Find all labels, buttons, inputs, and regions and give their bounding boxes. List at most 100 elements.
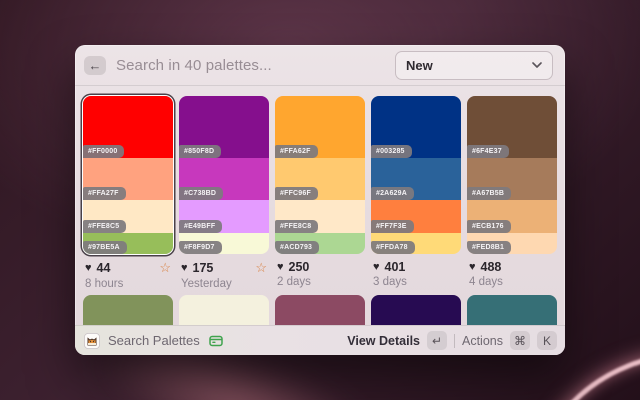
palette-age: 8 hours (85, 278, 171, 290)
hex-label: #FF0000 (83, 145, 124, 158)
palette-age: 3 days (373, 276, 459, 288)
color-band: #97BE5A (83, 233, 173, 254)
palette-age: Yesterday (181, 278, 267, 290)
hex-label: #E49BFF (179, 220, 222, 233)
wallet-icon (208, 333, 224, 349)
palette-card[interactable]: #FF0000 #FFA27F #FFE8C5 #97BE5A ♥ 44 ☆ 8 hours (83, 96, 173, 290)
color-band: #850F8D (179, 96, 269, 158)
color-band: #FFC96F (275, 158, 365, 201)
hex-label: #003285 (371, 145, 412, 158)
palette-card-partial[interactable] (275, 295, 365, 325)
hex-label: #FFE8C5 (83, 220, 126, 233)
palette-swatches[interactable]: #FFA62F #FFC96F #FFE8C8 #ACD793 (275, 96, 365, 254)
hex-label: #FED8B1 (467, 241, 511, 254)
color-band: #FFA27F (83, 158, 173, 201)
hex-label: #A67B5B (467, 187, 511, 200)
star-icon[interactable]: ☆ (159, 260, 171, 276)
palette-card-partial[interactable] (83, 295, 173, 325)
palette-card[interactable]: #003285 #2A629A #FF7F3E #FFDA78 ♥ 401 3 days (371, 96, 461, 290)
palette-stats: ♥ 401 3 days (371, 260, 461, 288)
hex-label: #2A629A (371, 187, 414, 200)
heart-icon: ♥ (277, 261, 284, 273)
hex-label: #ECB176 (467, 220, 511, 233)
palette-stats: ♥ 44 ☆ 8 hours (83, 260, 173, 290)
likes-count: 175 (193, 261, 214, 275)
hex-label: #ACD793 (275, 241, 319, 254)
palette-swatches[interactable]: #FF0000 #FFA27F #FFE8C5 #97BE5A (83, 96, 173, 254)
chevron-down-icon (532, 62, 542, 68)
palette-grid-row-1: #FF0000#FFA27F#FFE8C5#97BE5A♥44☆8 hours#… (83, 96, 557, 290)
heart-icon: ♥ (469, 261, 476, 273)
extension-name: Search Palettes (108, 333, 200, 348)
hex-label: #FFA27F (83, 187, 126, 200)
color-band: #6F4E37 (467, 96, 557, 158)
color-band: #A67B5B (467, 158, 557, 201)
color-band: #E49BFF (179, 200, 269, 233)
color-band: #2A629A (371, 158, 461, 201)
likes-count: 401 (385, 260, 406, 274)
color-band: #FF7F3E (371, 200, 461, 233)
hex-label: #FF7F3E (371, 220, 414, 233)
cmd-key-icon[interactable]: ⌘ (510, 331, 530, 350)
likes-count: 44 (97, 261, 111, 275)
cat-icon (83, 332, 100, 349)
star-icon[interactable]: ☆ (255, 260, 267, 276)
palette-card-partial[interactable] (179, 295, 269, 325)
palette-swatches[interactable]: #850F8D #C738BD #E49BFF #F8F9D7 (179, 96, 269, 254)
hex-label: #F8F9D7 (179, 241, 222, 254)
palette-card-partial[interactable] (371, 295, 461, 325)
k-key-icon[interactable]: K (537, 331, 557, 350)
search-header: ← Search in 40 palettes... New (75, 45, 565, 85)
palette-swatches[interactable]: #6F4E37 #A67B5B #ECB176 #FED8B1 (467, 96, 557, 254)
view-details-button[interactable]: View Details (347, 334, 420, 348)
likes-count: 250 (289, 260, 310, 274)
color-band: #C738BD (179, 158, 269, 201)
heart-icon: ♥ (373, 261, 380, 273)
palette-card-partial[interactable] (467, 295, 557, 325)
hex-label: #FFDA78 (371, 241, 415, 254)
actions-button[interactable]: Actions (462, 334, 503, 348)
action-bar-right: View Details ↵ Actions ⌘ K (347, 331, 557, 350)
hex-label: #FFC96F (275, 187, 318, 200)
palette-list: #FF0000#FFA27F#FFE8C5#97BE5A♥44☆8 hours#… (75, 86, 565, 325)
palette-grid-row-2 (83, 295, 557, 325)
color-band: #ACD793 (275, 233, 365, 254)
hex-label: #FFE8C8 (275, 220, 318, 233)
hex-label: #850F8D (179, 145, 221, 158)
palette-card[interactable]: #6F4E37 #A67B5B #ECB176 #FED8B1 ♥ 488 4 days (467, 96, 557, 290)
heart-icon: ♥ (85, 262, 92, 274)
background-light-arc (523, 352, 640, 400)
color-band: #F8F9D7 (179, 233, 269, 254)
app-window: ← Search in 40 palettes... New #FF0000#F… (75, 45, 565, 355)
color-band: #FFE8C5 (83, 200, 173, 233)
footer-divider (454, 334, 455, 348)
palette-age: 4 days (469, 276, 555, 288)
likes-count: 488 (481, 260, 502, 274)
hex-label: #C738BD (179, 187, 223, 200)
hex-label: #FFA62F (275, 145, 318, 158)
action-bar-left: Search Palettes (83, 332, 339, 349)
palette-card[interactable]: #FFA62F #FFC96F #FFE8C8 #ACD793 ♥ 250 2 days (275, 96, 365, 290)
color-band: #FF0000 (83, 96, 173, 158)
palette-stats: ♥ 175 ☆ Yesterday (179, 260, 269, 290)
arrow-left-icon: ← (89, 59, 102, 72)
back-button[interactable]: ← (84, 56, 106, 75)
action-bar: Search Palettes View Details ↵ Actions ⌘… (75, 325, 565, 355)
hex-label: #97BE5A (83, 241, 127, 254)
color-band: #FFE8C8 (275, 200, 365, 233)
hex-label: #6F4E37 (467, 145, 509, 158)
heart-icon: ♥ (181, 262, 188, 274)
color-band: #FFDA78 (371, 233, 461, 254)
color-band: #003285 (371, 96, 461, 158)
search-input[interactable]: Search in 40 palettes... (116, 57, 385, 74)
sort-dropdown[interactable]: New (395, 51, 553, 80)
sort-dropdown-value: New (406, 58, 526, 73)
palette-stats: ♥ 250 2 days (275, 260, 365, 288)
palette-age: 2 days (277, 276, 363, 288)
color-band: #FFA62F (275, 96, 365, 158)
return-key-icon[interactable]: ↵ (427, 331, 447, 350)
color-band: #FED8B1 (467, 233, 557, 254)
palette-card[interactable]: #850F8D #C738BD #E49BFF #F8F9D7 ♥ 175 ☆ Yesterd… (179, 96, 269, 290)
palette-swatches[interactable]: #003285 #2A629A #FF7F3E #FFDA78 (371, 96, 461, 254)
color-band: #ECB176 (467, 200, 557, 233)
